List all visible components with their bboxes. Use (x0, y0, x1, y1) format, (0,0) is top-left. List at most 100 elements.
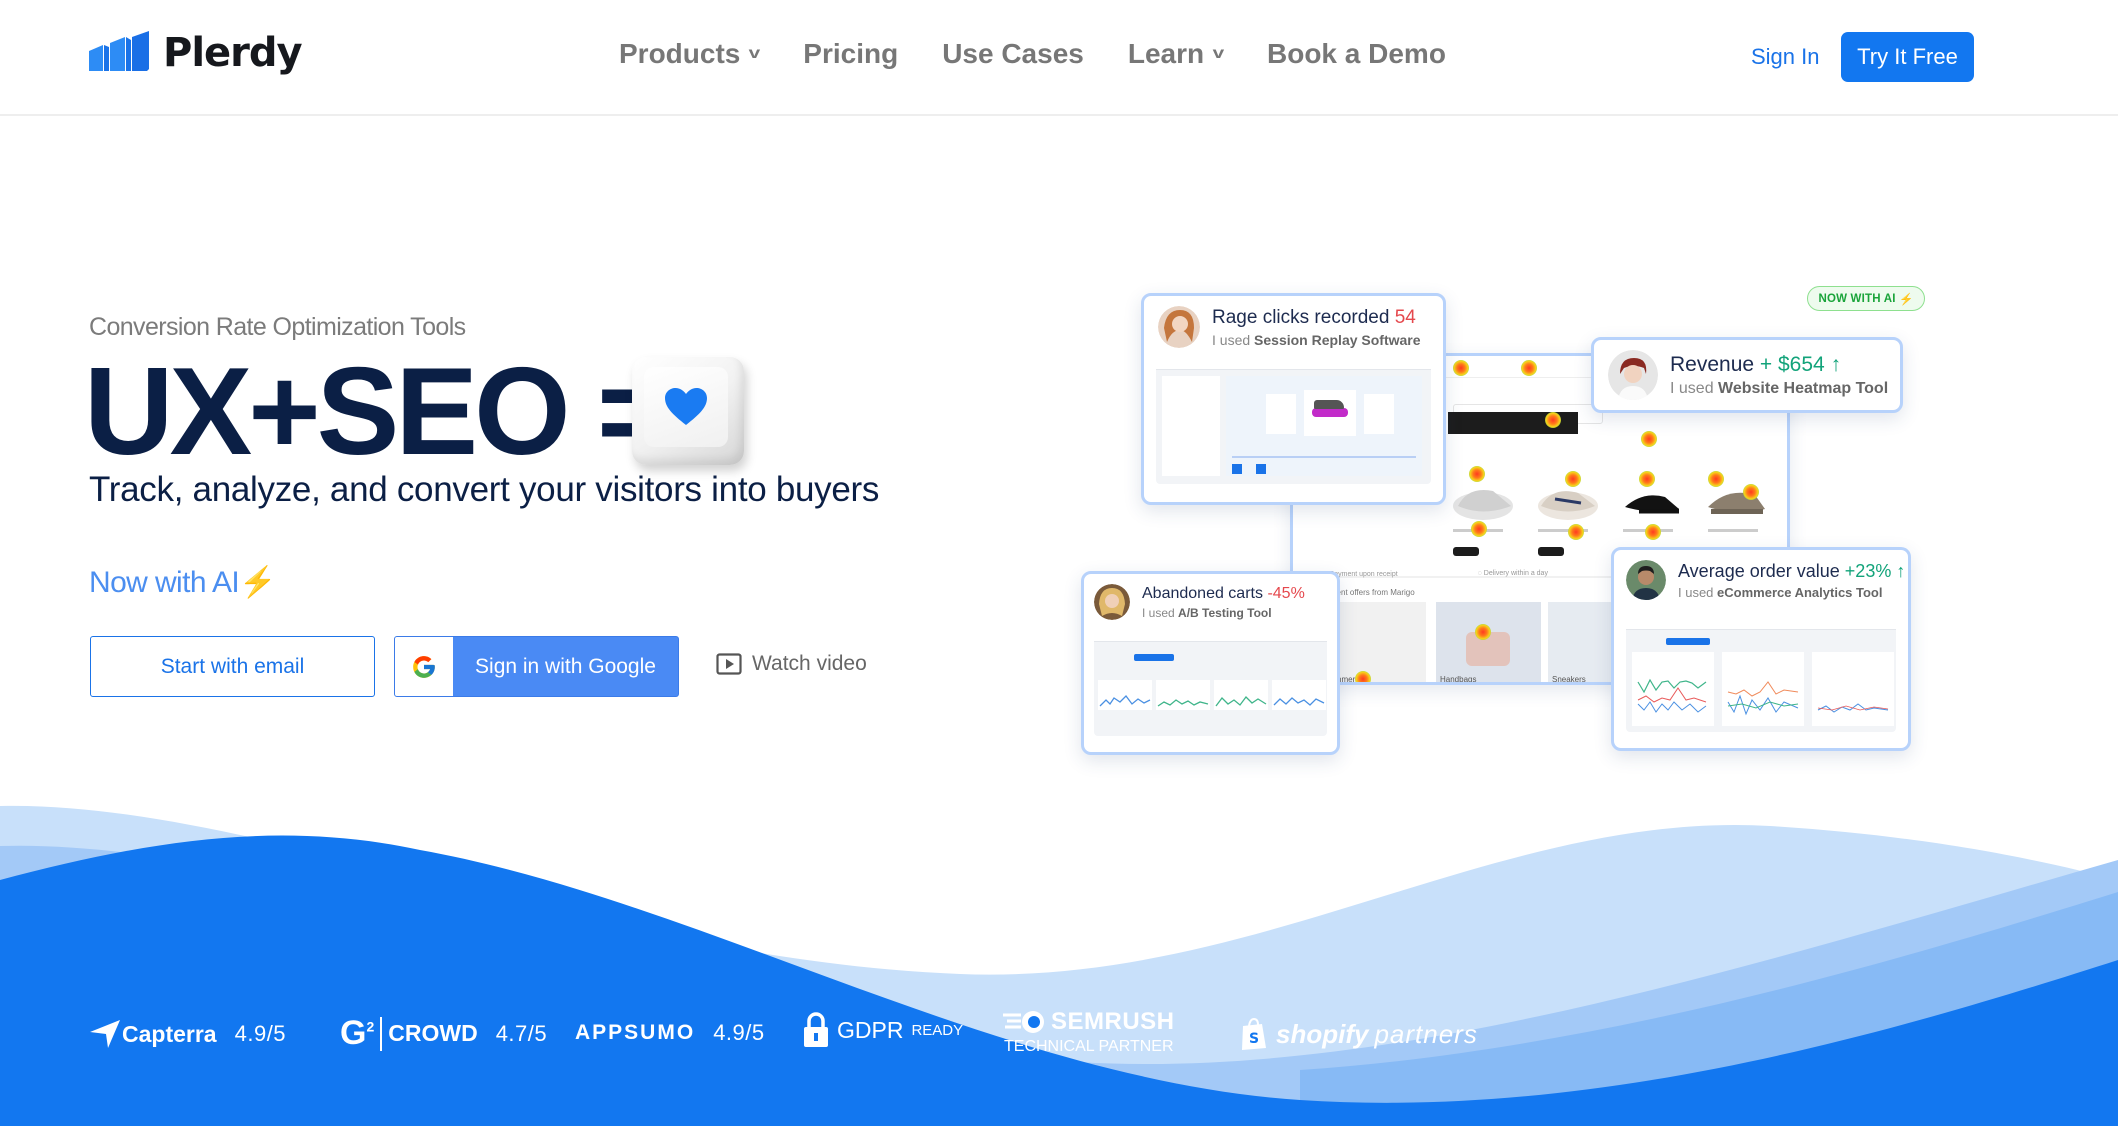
shopify-bag-icon: S (1242, 1018, 1266, 1050)
g2-icon: G2 (340, 1014, 375, 1052)
session-replay-preview (1156, 354, 1431, 484)
try-it-free-button[interactable]: Try It Free (1841, 32, 1974, 82)
card-text: Abandoned carts -45% I used A/B Testing … (1142, 585, 1305, 620)
partner-rating: 4.9/5 (713, 1020, 765, 1045)
heatmap-spot (1521, 360, 1537, 376)
g2-crowd-badge[interactable]: G2 CROWD 4.7/5 (340, 1014, 547, 1053)
partner-name: shopify (1276, 1018, 1369, 1049)
badge-text: NOW WITH AI (1818, 292, 1896, 305)
card-header: Rage clicks recorded 54 I used Session R… (1144, 296, 1443, 354)
chevron-down-icon: v (749, 45, 761, 62)
capterra-badge[interactable]: Capterra 4.9/5 (90, 1020, 286, 1048)
partner-logos: Capterra 4.9/5 G2 CROWD 4.7/5 APPSUMO 4.… (0, 1008, 2118, 1070)
watch-video-link[interactable]: Watch video (716, 652, 867, 676)
card-subtitle: I used Website Heatmap Tool (1670, 379, 1889, 397)
heatmap-spot (1471, 521, 1487, 537)
now-with-ai: Now with AI⚡ (89, 565, 276, 600)
card-text: Average order value +23% ↑ I used eComme… (1678, 561, 1905, 600)
nav-book-demo[interactable]: Book a Demo (1267, 38, 1446, 70)
google-icon (413, 655, 435, 678)
ecommerce-analytics-preview (1626, 606, 1896, 732)
card-header: Average order value +23% ↑ I used eComme… (1614, 550, 1908, 606)
nav-products[interactable]: Products v (619, 38, 761, 70)
watch-video-label: Watch video (752, 652, 867, 675)
card-header: Abandoned carts -45% I used A/B Testing … (1084, 574, 1337, 626)
nav-learn[interactable]: Learn v (1128, 38, 1225, 70)
heatmap-spot (1545, 412, 1561, 428)
decorative-waves (0, 805, 2118, 1126)
heatmap-spot (1645, 524, 1661, 540)
card-metric: -45% (1267, 584, 1305, 602)
analytics-charts (1632, 652, 1894, 726)
shoe-products-image (1453, 490, 1765, 556)
average-order-value-card: Average order value +23% ↑ I used eComme… (1611, 547, 1911, 751)
sign-in-google-button[interactable]: Sign in with Google (394, 636, 679, 697)
card-subtitle: I used eCommerce Analytics Tool (1678, 584, 1883, 600)
user-avatar (1094, 584, 1130, 620)
lightning-icon: ⚡ (1899, 293, 1914, 306)
logo-text: Plerdy (163, 30, 303, 76)
nav-book-demo-label: Book a Demo (1267, 38, 1446, 69)
now-with-ai-badge: NOW WITH AI ⚡ (1807, 286, 1925, 311)
shopify-partners-badge[interactable]: S shopify partners (1240, 1018, 1478, 1050)
card-header: Revenue + $654 ↑ I used Website Heatmap … (1594, 340, 1900, 406)
heart-keycap (632, 357, 744, 465)
user-avatar (1608, 350, 1658, 400)
nav-pricing[interactable]: Pricing (803, 38, 898, 70)
lock-icon (804, 1012, 828, 1047)
shop-category-tile: Handbags (1436, 602, 1541, 682)
ab-testing-preview (1094, 626, 1327, 736)
abandoned-carts-card: Abandoned carts -45% I used A/B Testing … (1081, 571, 1340, 755)
heart-icon (665, 388, 707, 425)
gdpr-badge[interactable]: GDPR READY (803, 1012, 963, 1048)
card-metric: +23% (1844, 560, 1892, 581)
partner-name: SEMRUSH (1051, 1008, 1175, 1035)
partner-suffix: partners (1374, 1018, 1478, 1049)
nav-use-cases[interactable]: Use Cases (942, 38, 1084, 70)
heatmap-spot (1469, 466, 1485, 482)
nav-products-label: Products (619, 38, 741, 69)
google-logo-box (395, 637, 453, 696)
heatmap-spot (1565, 471, 1581, 487)
hero-tagline: Track, analyze, and convert your visitor… (89, 470, 880, 509)
card-text: Revenue + $654 ↑ I used Website Heatmap … (1670, 353, 1888, 398)
card-metric: + $654 (1759, 352, 1825, 376)
semrush-icon (1003, 1011, 1044, 1033)
site-header: Plerdy Products v Pricing Use Cases Lear… (0, 0, 2118, 116)
revenue-card: Revenue + $654 ↑ I used Website Heatmap … (1591, 337, 1903, 413)
start-with-email-button[interactable]: Start with email (90, 636, 375, 697)
appsumo-badge[interactable]: APPSUMO 4.9/5 (575, 1020, 765, 1046)
ai-text: Now with AI (89, 566, 240, 599)
partner-suffix: READY (911, 1021, 964, 1039)
heatmap-spot (1641, 431, 1657, 447)
chevron-down-icon: v (1212, 45, 1225, 62)
keycap-face (644, 367, 728, 447)
lightning-icon: ⚡ (239, 566, 276, 599)
play-video-icon (716, 653, 742, 675)
card-text: Rage clicks recorded 54 I used Session R… (1212, 307, 1421, 348)
partner-name: Capterra (122, 1020, 217, 1047)
card-subtitle: I used A/B Testing Tool (1142, 605, 1272, 620)
hero-eyebrow: Conversion Rate Optimization Tools (89, 313, 466, 341)
plerdy-logo-icon (89, 31, 149, 71)
partner-suffix: TECHNICAL PARTNER (1004, 1038, 1174, 1055)
nav-use-cases-label: Use Cases (942, 38, 1084, 69)
card-title: Revenue + $654 ↑ (1670, 352, 1842, 376)
user-avatar (1626, 560, 1666, 600)
main-nav: Products v Pricing Use Cases Learn v Boo… (619, 38, 1490, 70)
logo[interactable]: Plerdy (89, 30, 303, 76)
sign-in-link[interactable]: Sign In (1751, 44, 1820, 70)
semrush-badge[interactable]: SEMRUSH TECHNICAL PARTNER (1003, 1008, 1175, 1056)
rage-clicks-card: Rage clicks recorded 54 I used Session R… (1141, 293, 1446, 505)
card-metric: 54 (1394, 306, 1416, 328)
capterra-icon (90, 1020, 120, 1048)
heatmap-spot (1355, 671, 1371, 682)
heatmap-spot (1639, 471, 1655, 487)
card-title: Abandoned carts -45% (1142, 584, 1305, 602)
partner-name: GDPR (837, 1016, 904, 1043)
shop-products (1443, 451, 1783, 561)
card-title: Average order value +23% ↑ (1678, 560, 1906, 581)
user-avatar (1158, 306, 1200, 348)
ab-sparklines (1098, 680, 1326, 710)
partner-rating: 4.9/5 (234, 1021, 287, 1046)
